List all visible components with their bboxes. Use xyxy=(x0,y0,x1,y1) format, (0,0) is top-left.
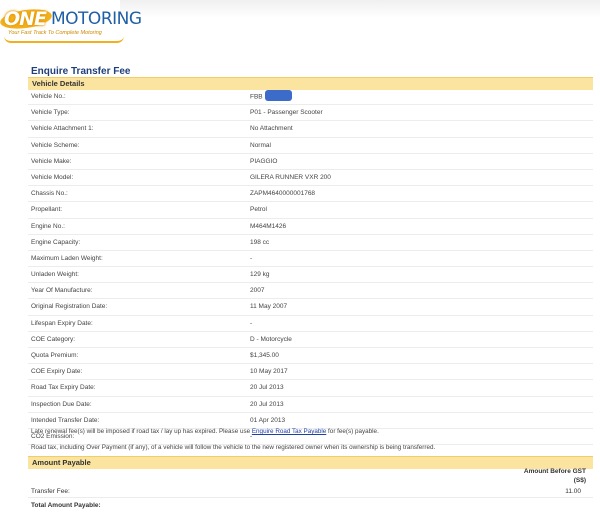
row-value: 10 May 2017 xyxy=(250,368,288,376)
row-label: Quota Premium: xyxy=(31,352,79,359)
row-label: COE Category: xyxy=(31,335,76,343)
vehicle-no-value: FBB xyxy=(250,93,263,101)
table-row: Original Registration Date: 11 May 2007 xyxy=(28,299,593,316)
row-value: $1,345.00 xyxy=(250,352,279,359)
redaction-mark xyxy=(264,90,292,101)
row-value: 2007 xyxy=(250,287,265,295)
table-row: Vehicle Scheme: Normal xyxy=(28,138,593,154)
row-value: Normal xyxy=(250,141,271,149)
row-value: ZAPM4640000001768 xyxy=(250,190,316,198)
row-value: 20 Jul 2013 xyxy=(250,400,284,408)
logo-one-text: ONE xyxy=(4,8,47,30)
row-value: 129 kg xyxy=(250,271,270,279)
row-label: Road Tax Expiry Date: xyxy=(31,384,96,392)
amount-payable-heading: Amount Payable xyxy=(32,458,91,467)
table-row: Unladen Weight: 129 kg xyxy=(28,267,593,284)
logo-swoosh xyxy=(4,36,124,43)
table-row: Vehicle Attachment 1: No Attachment xyxy=(28,121,593,138)
table-row: Engine Capacity: 198 cc xyxy=(28,235,593,251)
row-label: Engine No.: xyxy=(31,222,65,230)
row-label: Propellant: xyxy=(31,206,63,214)
row-label: Vehicle Make: xyxy=(31,157,72,165)
table-row: Maximum Laden Weight: - xyxy=(28,251,593,268)
table-row: Chassis No.: ZAPM4640000001768 xyxy=(28,186,593,203)
row-label: Unladen Weight: xyxy=(31,271,79,279)
transfer-fee-row: Transfer Fee: 11.00 xyxy=(28,485,593,498)
row-label: Intended Transfer Date: xyxy=(31,416,100,424)
row-label: Year Of Manufacture: xyxy=(31,287,93,295)
table-row: Quota Premium: $1,345.00 xyxy=(28,348,593,365)
logo-motoring-text: MOTORING xyxy=(51,9,142,29)
row-value: 20 Jul 2013 xyxy=(250,384,284,392)
table-row: COE Expiry Date: 10 May 2017 xyxy=(28,364,593,381)
row-value: 01 Apr 2013 xyxy=(250,416,286,424)
row-label: Maximum Laden Weight: xyxy=(31,254,103,262)
table-row: COE Category: D - Motorcycle xyxy=(28,332,593,348)
table-row: Vehicle Type: P01 - Passenger Scooter xyxy=(28,105,593,122)
row-label: Vehicle Type: xyxy=(31,109,70,117)
vehicle-details-heading: Vehicle Details xyxy=(32,79,85,88)
amount-column-header: Amount Before GST (S$) xyxy=(524,467,586,485)
onemotoring-logo[interactable]: ONE MOTORING Your Fast Track To Complete… xyxy=(0,6,142,43)
total-amount-label: Total Amount Payable: xyxy=(31,502,101,509)
header-shade xyxy=(120,0,600,18)
table-row: Inspection Due Date: 20 Jul 2013 xyxy=(28,397,593,413)
table-row: Lifespan Expiry Date: - xyxy=(28,316,593,332)
table-row: Road Tax Expiry Date: 20 Jul 2013 xyxy=(28,380,593,397)
table-row: Vehicle No.: FBB xyxy=(28,89,593,106)
row-value: FBB xyxy=(250,90,292,101)
row-label: Vehicle Scheme: xyxy=(31,141,80,149)
late-renewal-suffix: for fee(s) payable. xyxy=(326,428,379,435)
row-label: Engine Capacity: xyxy=(31,238,81,246)
row-value: M464M1426 xyxy=(250,222,287,230)
amount-column-unit: (S$) xyxy=(573,477,586,484)
row-value: No Attachment xyxy=(250,125,293,133)
row-label: Inspection Due Date: xyxy=(31,400,92,408)
late-renewal-text: Late renewal fee(s) will be imposed if r… xyxy=(31,428,252,435)
header: ONE MOTORING Your Fast Track To Complete… xyxy=(0,0,600,44)
row-value: 11 May 2007 xyxy=(250,303,288,311)
row-value: P01 - Passenger Scooter xyxy=(250,109,323,117)
table-row: Vehicle Make: PIAGGIO xyxy=(28,154,593,170)
row-label: COE Expiry Date: xyxy=(31,368,83,376)
road-tax-note: Road tax, including Over Payment (if any… xyxy=(31,444,436,451)
table-row: Propellant: Petrol xyxy=(28,202,593,219)
table-row: Engine No.: M464M1426 xyxy=(28,219,593,235)
row-label: Vehicle No.: xyxy=(31,93,66,100)
table-row: Vehicle Model: GILERA RUNNER VXR 200 xyxy=(28,170,593,187)
late-renewal-note: Late renewal fee(s) will be imposed if r… xyxy=(31,428,379,435)
row-label: Vehicle Attachment 1: xyxy=(31,125,94,133)
transfer-fee-value: 11.00 xyxy=(565,488,581,495)
vehicle-details-table: Vehicle No.: FBB Vehicle Type: P01 - Passe… xyxy=(28,89,593,446)
row-label: Vehicle Model: xyxy=(31,173,74,181)
row-value: D - Motorcycle xyxy=(250,335,292,343)
row-value: - xyxy=(250,319,253,327)
page-title: Enquire Transfer Fee xyxy=(31,66,131,77)
table-row: Intended Transfer Date: 01 Apr 2013 xyxy=(28,413,593,429)
row-value: GILERA RUNNER VXR 200 xyxy=(250,173,331,181)
row-label: Chassis No.: xyxy=(31,190,68,198)
row-label: Original Registration Date: xyxy=(31,303,108,311)
row-label: Lifespan Expiry Date: xyxy=(31,319,93,327)
transfer-fee-label: Transfer Fee: xyxy=(31,488,70,495)
row-value: PIAGGIO xyxy=(250,157,278,165)
row-value: 198 cc xyxy=(250,238,270,246)
enquire-road-tax-payable-link[interactable]: Enguire Road Tax Payable xyxy=(252,428,326,435)
row-value: - xyxy=(250,254,253,262)
amount-column-title: Amount Before GST xyxy=(523,468,586,475)
amount-payable-header: Amount Payable xyxy=(28,456,593,469)
table-row: Year Of Manufacture: 2007 xyxy=(28,283,593,300)
row-value: Petrol xyxy=(250,206,267,214)
